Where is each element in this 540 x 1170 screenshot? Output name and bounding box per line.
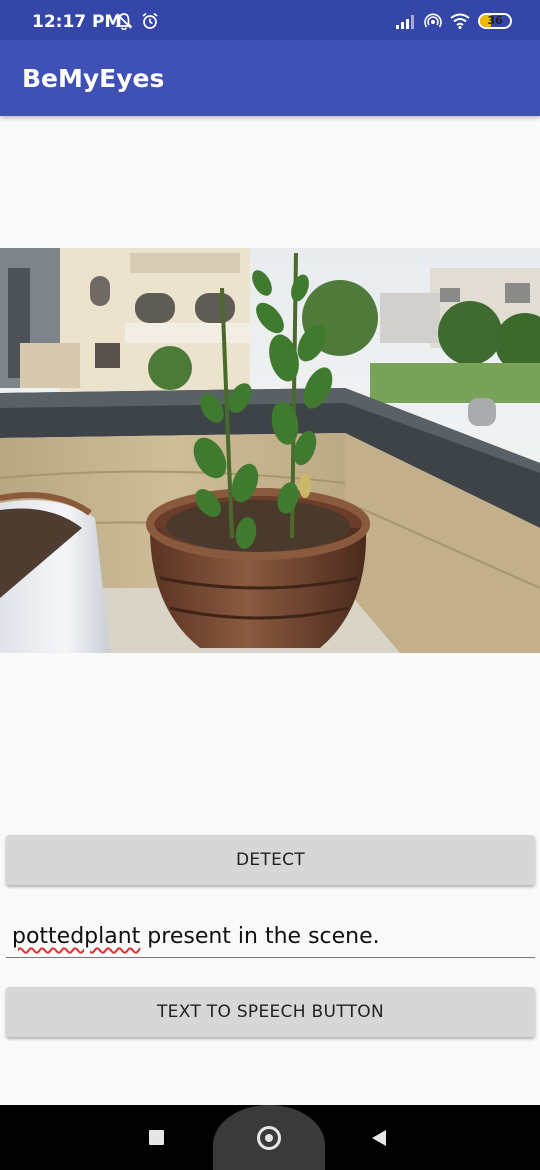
text-to-speech-button[interactable]: TEXT TO SPEECH BUTTON — [6, 987, 535, 1037]
back-icon[interactable] — [372, 1130, 386, 1146]
navigation-bar — [0, 1105, 540, 1170]
alarm-icon — [142, 12, 158, 29]
misspelled-word: pottedplant — [12, 924, 141, 949]
battery-icon: 36 — [478, 13, 512, 29]
wifi-icon — [450, 13, 470, 29]
status-bar: 12:17 PM 36 — [0, 0, 540, 40]
potted-plant-photo — [0, 248, 540, 653]
result-text-field[interactable]: pottedplant present in the scene. — [6, 912, 535, 958]
scene-image — [0, 248, 540, 653]
home-icon-dot — [265, 1134, 273, 1142]
signal-icon — [396, 14, 414, 29]
muted-bell-icon — [115, 13, 133, 30]
recents-icon[interactable] — [149, 1130, 164, 1145]
detect-button[interactable]: DETECT — [6, 835, 535, 885]
battery-level: 36 — [487, 14, 503, 27]
status-time: 12:17 PM — [32, 12, 122, 32]
status-left-icons — [115, 12, 159, 30]
status-right-icons: 36 — [396, 13, 512, 29]
app-title: BeMyEyes — [22, 64, 165, 93]
app-bar: BeMyEyes — [0, 40, 540, 116]
result-rest: present in the scene. — [140, 924, 380, 949]
hotspot-icon — [424, 13, 442, 28]
result-text: pottedplant present in the scene. — [12, 924, 380, 949]
home-icon[interactable] — [257, 1126, 281, 1150]
